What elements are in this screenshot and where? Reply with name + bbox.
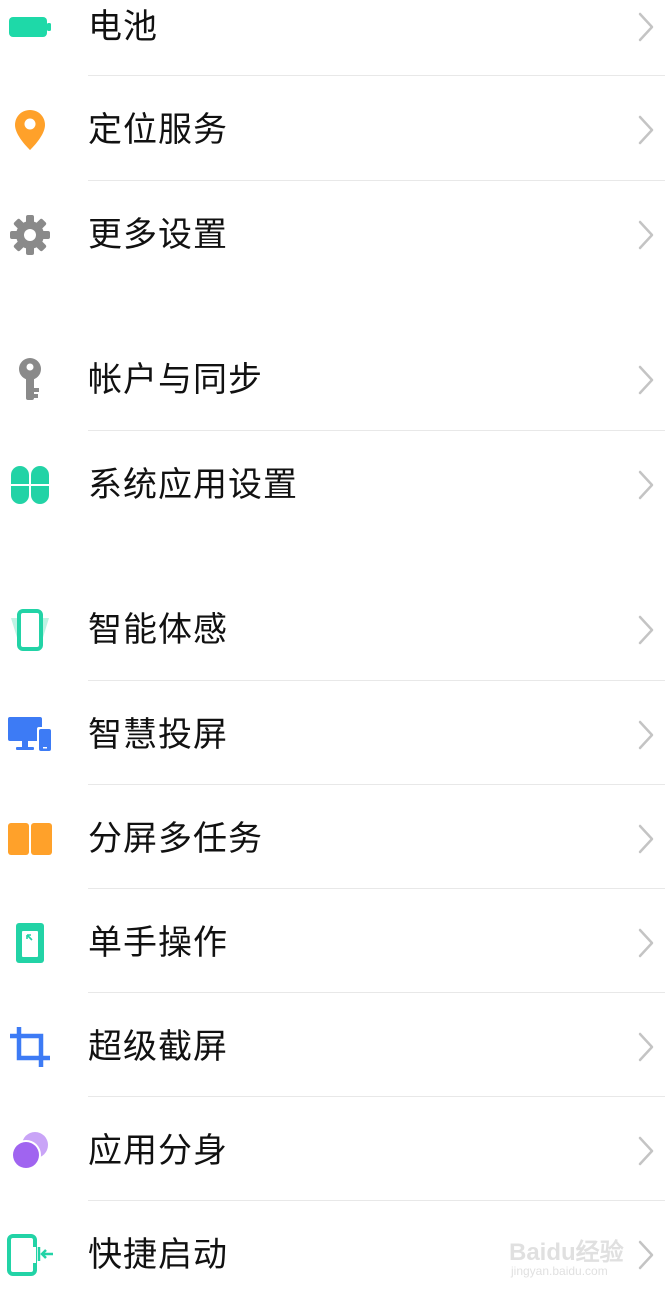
settings-item-label: 系统应用设置 [88,465,298,505]
app-clone-icon [0,1099,60,1203]
chevron-right-icon [635,821,657,857]
settings-item-label: 电池 [88,7,158,47]
one-hand-phone-icon [0,891,60,995]
divider [88,992,665,993]
settings-item-label: 帐户与同步 [88,360,263,400]
settings-item-label: 分屏多任务 [88,819,263,859]
battery-icon [0,0,60,79]
settings-item-battery[interactable]: 电池 [0,0,665,79]
divider [88,888,665,889]
chevron-right-icon [635,1029,657,1065]
divider [88,784,665,785]
quick-launch-icon [0,1203,60,1307]
baidu-jingyan-watermark: Baidu经验 jingyan.baidu.com [509,1230,629,1286]
settings-item-super-screenshot[interactable]: 超级截屏 [0,995,665,1099]
settings-item-more-settings[interactable]: 更多设置 [0,183,665,287]
settings-item-system-app-settings[interactable]: 系统应用设置 [0,433,665,537]
chevron-right-icon [635,612,657,648]
key-icon [0,328,60,432]
settings-item-label: 智慧投屏 [88,715,228,755]
watermark-sub: jingyan.baidu.com [511,1264,608,1278]
chevron-right-icon [635,362,657,398]
chevron-right-icon [635,717,657,753]
chevron-right-icon [635,112,657,148]
divider [88,1200,665,1201]
chevron-right-icon [635,1133,657,1169]
watermark-main: Baidu经验 [509,1239,624,1266]
settings-item-split-screen[interactable]: 分屏多任务 [0,787,665,891]
four-petal-apps-icon [0,433,60,537]
settings-item-label: 定位服务 [88,110,228,150]
crop-icon [0,995,60,1099]
divider [88,180,665,181]
screen-cast-icon [0,683,60,787]
chevron-right-icon [635,9,657,45]
settings-item-accounts-sync[interactable]: 帐户与同步 [0,328,665,432]
settings-item-one-hand[interactable]: 单手操作 [0,891,665,995]
settings-item-label: 智能体感 [88,610,228,650]
divider [88,1096,665,1097]
settings-item-location[interactable]: 定位服务 [0,78,665,182]
divider [88,75,665,76]
split-screen-icon [0,787,60,891]
phone-motion-icon [0,578,60,682]
chevron-right-icon [635,925,657,961]
settings-item-app-clone[interactable]: 应用分身 [0,1099,665,1203]
chevron-right-icon [635,467,657,503]
divider [88,430,665,431]
settings-item-label: 单手操作 [88,923,228,963]
gear-icon [0,183,60,287]
settings-item-label: 快捷启动 [88,1235,228,1275]
settings-item-smart-cast[interactable]: 智慧投屏 [0,683,665,787]
chevron-right-icon [635,217,657,253]
settings-item-smart-motion[interactable]: 智能体感 [0,578,665,682]
settings-item-label: 超级截屏 [88,1027,228,1067]
divider [88,680,665,681]
settings-item-label: 应用分身 [88,1131,228,1171]
location-pin-icon [0,78,60,182]
settings-item-label: 更多设置 [88,215,228,255]
chevron-right-icon [635,1237,657,1273]
